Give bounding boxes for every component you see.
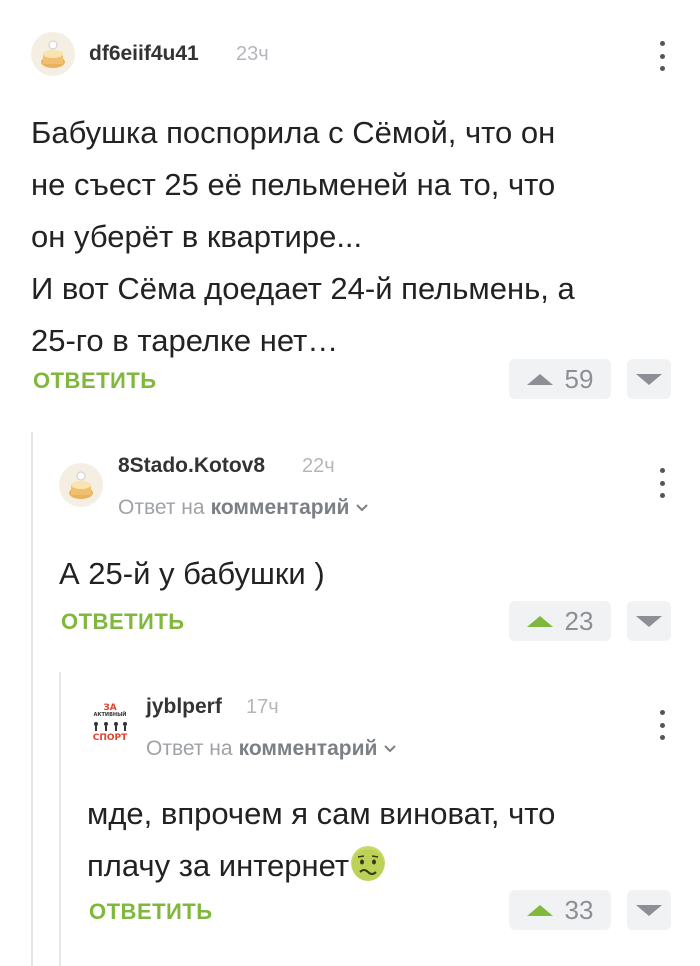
upvote-button[interactable]: 59 (509, 359, 611, 399)
reply-button[interactable]: ОТВЕТИТЬ (89, 899, 213, 925)
comment-line-with-emoji: плачу за интернет (87, 840, 677, 892)
upvote-button[interactable]: 33 (509, 890, 611, 930)
downvote-icon (636, 373, 662, 385)
timestamp: 17ч (246, 696, 279, 718)
menu-dots-icon[interactable] (657, 468, 667, 498)
comment-line: А 25-й у бабушки ) (59, 556, 325, 591)
comment-line: И вот Сёма доедает 24-й пельмень, а (31, 271, 575, 306)
vote-count: 33 (564, 894, 594, 925)
upvote-button[interactable]: 23 (509, 601, 611, 641)
upvote-icon (526, 373, 553, 385)
comment-text: Бабушка поспорила с Сёмой, что он не съе… (31, 107, 681, 367)
avatar[interactable] (31, 32, 75, 76)
reply-button[interactable]: ОТВЕТИТЬ (61, 609, 185, 635)
vote-count: 59 (564, 363, 594, 394)
reply-to-target: комментарий (210, 496, 350, 519)
menu-dots-icon[interactable] (657, 710, 667, 740)
chevron-down-icon (356, 504, 369, 512)
reply-to-prefix: Ответ на (118, 496, 205, 519)
comment-text: А 25-й у бабушки ) (59, 548, 679, 600)
avatar-logo: ЗА АКТИВНЫЙ СПОРТ (87, 704, 133, 743)
reply-to-target: комментарий (238, 737, 378, 760)
username[interactable]: 8Stado.Kotov8 (118, 454, 265, 478)
timestamp: 22ч (302, 455, 335, 477)
downvote-icon (636, 904, 662, 916)
chevron-down-icon (384, 745, 397, 753)
reply-to-link[interactable]: Ответ на комментарий (118, 496, 369, 520)
reply-button[interactable]: ОТВЕТИТЬ (33, 368, 157, 394)
comment-line: Бабушка поспорила с Сёмой, что он (31, 115, 556, 150)
nauseated-emoji-icon (351, 846, 386, 881)
avatar-cake-icon (69, 471, 93, 499)
username[interactable]: jyblperf (146, 695, 222, 719)
timestamp: 23ч (236, 43, 269, 65)
upvote-icon (526, 904, 553, 916)
avatar[interactable]: ЗА АКТИВНЫЙ СПОРТ (87, 700, 133, 746)
thread-line-level1 (31, 432, 33, 966)
username[interactable]: df6eiif4u41 (89, 42, 199, 66)
avatar[interactable] (59, 463, 103, 507)
comment-line: плачу за интернет (87, 848, 350, 883)
comment-text: мде, впрочем я сам виноват, что плачу за… (87, 788, 677, 892)
comment-line: он уберёт в квартире... (31, 219, 363, 254)
vote-count: 23 (564, 605, 594, 636)
avatar-logo-middle: АКТИВНЫЙ (93, 712, 127, 718)
avatar-logo-bottom: СПОРТ (92, 733, 128, 743)
reply-to-prefix: Ответ на (146, 737, 233, 760)
comment-line: мде, впрочем я сам виноват, что (87, 796, 556, 831)
comment-line: не съест 25 её пельменей на то, что (31, 167, 556, 202)
upvote-icon (526, 615, 553, 627)
runners-icon (94, 722, 127, 731)
menu-dots-icon[interactable] (657, 41, 667, 71)
downvote-button[interactable] (627, 359, 671, 399)
downvote-button[interactable] (627, 890, 671, 930)
downvote-icon (636, 615, 662, 627)
downvote-button[interactable] (627, 601, 671, 641)
reply-to-link[interactable]: Ответ на комментарий (146, 737, 397, 761)
thread-line-level2 (59, 672, 61, 966)
avatar-cake-icon (41, 40, 65, 68)
